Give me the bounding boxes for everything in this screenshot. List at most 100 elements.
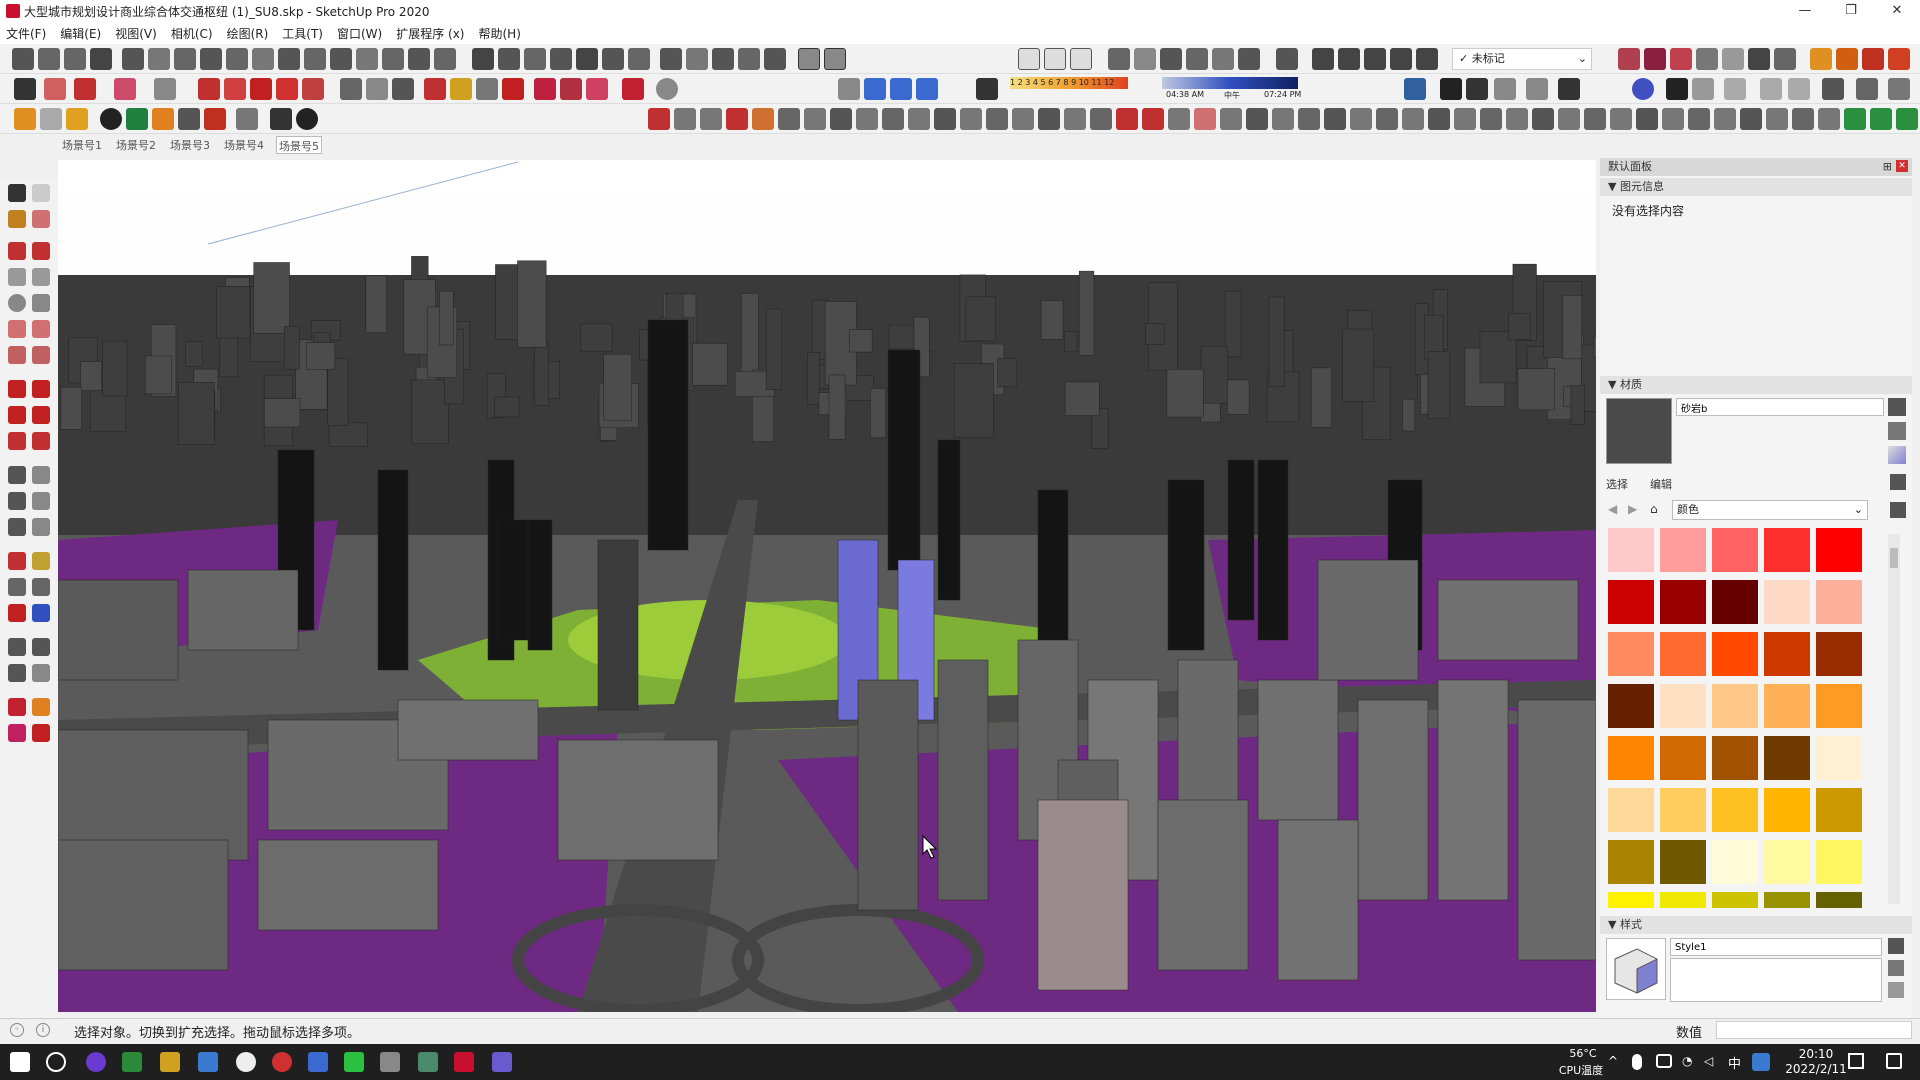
battery-icon[interactable] [1656, 1054, 1672, 1068]
tag-dropdown[interactable]: ✓ 未标记 ⌄ [1452, 48, 1592, 70]
app-purple-icon[interactable] [86, 1052, 106, 1072]
offset-tool-icon[interactable] [32, 432, 50, 450]
component-settings-icon[interactable] [824, 48, 846, 70]
scrollbar-thumb[interactable] [1890, 548, 1898, 568]
mirror-tool-icon[interactable] [660, 48, 682, 70]
app-share-icon[interactable] [308, 1052, 328, 1072]
rail-tool-icon[interactable] [648, 108, 670, 130]
home-view-icon[interactable] [1212, 48, 1234, 70]
polygon-icon[interactable] [32, 294, 50, 312]
wall-icon[interactable] [1038, 108, 1060, 130]
hat-icon[interactable] [204, 108, 226, 130]
solid-tool-icon[interactable] [1276, 48, 1298, 70]
line-tool-icon[interactable] [64, 48, 86, 70]
stop-icon[interactable] [1466, 78, 1488, 100]
green-import-icon[interactable] [1870, 108, 1892, 130]
ime-indicator[interactable]: 中 [1728, 1053, 1741, 1072]
material-swatch[interactable] [1712, 684, 1758, 728]
material-swatch[interactable] [1816, 528, 1862, 572]
orbit-tool-icon[interactable] [8, 552, 26, 570]
extension-left-icon[interactable] [32, 698, 50, 716]
skin-icon[interactable] [986, 108, 1008, 130]
pink-tool-icon[interactable] [1194, 108, 1216, 130]
paint-view-icon[interactable] [1108, 48, 1130, 70]
menu-icon[interactable] [1888, 78, 1910, 100]
rotate-tool-icon[interactable] [252, 48, 274, 70]
chamfer-icon[interactable] [830, 108, 852, 130]
scale-tool-icon[interactable] [278, 48, 300, 70]
push-pull-icon[interactable] [198, 78, 220, 100]
browser-icon[interactable] [236, 1052, 256, 1072]
zoom-extents-tool-icon[interactable] [8, 604, 26, 622]
paint-icon[interactable] [8, 210, 26, 228]
two-point-arc-icon[interactable] [32, 320, 50, 338]
material-swatch[interactable] [1712, 840, 1758, 884]
eraser-icon[interactable] [44, 78, 66, 100]
app-tray-icon[interactable] [1752, 1053, 1770, 1071]
library-select[interactable]: 颜色 ⌄ [1672, 500, 1868, 520]
light-icon[interactable] [1788, 78, 1810, 100]
dash-line-icon[interactable] [148, 48, 170, 70]
material-swatch[interactable] [1608, 892, 1654, 908]
refresh-model-icon[interactable] [40, 108, 62, 130]
freehand-draw-icon[interactable] [32, 242, 50, 260]
swatch-scrollbar[interactable] [1888, 534, 1900, 904]
house-view-icon[interactable] [1160, 48, 1182, 70]
scene-tab-2[interactable]: 场景号2 [114, 136, 158, 154]
paint-bucket-icon[interactable] [534, 78, 556, 100]
material-swatch[interactable] [1764, 528, 1810, 572]
eyedropper-icon[interactable] [1890, 474, 1906, 490]
stair-tool-icon[interactable] [304, 48, 326, 70]
protractor-tool-icon[interactable] [8, 492, 26, 510]
menu-camera[interactable]: 相机(C) [171, 25, 213, 42]
material-swatch[interactable] [1712, 788, 1758, 832]
sandbox-icon[interactable] [560, 78, 582, 100]
mail-icon[interactable] [270, 108, 292, 130]
red-curve-icon[interactable] [1116, 108, 1138, 130]
view-front-icon[interactable] [890, 78, 912, 100]
door-tool-icon[interactable] [408, 48, 430, 70]
sweep-icon[interactable] [960, 108, 982, 130]
shape-bender-icon[interactable] [752, 108, 774, 130]
purge-icon[interactable] [1532, 108, 1554, 130]
look-around-icon[interactable] [32, 638, 50, 656]
tray-close-icon[interactable]: ✕ [1896, 160, 1908, 172]
circle-icon[interactable] [8, 294, 26, 312]
bridge-tool-icon[interactable] [602, 48, 624, 70]
grid-tool-icon[interactable] [686, 48, 708, 70]
array-tool-icon[interactable] [330, 48, 352, 70]
material-name-field[interactable] [1676, 398, 1884, 416]
layout-icon[interactable] [8, 724, 26, 742]
view-iso-icon[interactable] [838, 78, 860, 100]
shadow-toggle-icon[interactable] [976, 78, 998, 100]
clock-time[interactable]: 20:10 [1786, 1047, 1846, 1061]
cleanup-icon[interactable] [1506, 108, 1528, 130]
three-point-arc-icon[interactable] [8, 346, 26, 364]
vray-icon[interactable] [1632, 78, 1654, 100]
material-swatch[interactable] [1764, 684, 1810, 728]
info-icon[interactable] [296, 108, 318, 130]
geolocation-icon[interactable]: ◦ [10, 1023, 24, 1037]
sync-icon[interactable] [14, 108, 36, 130]
grid-surface-icon[interactable] [1168, 108, 1190, 130]
table-tool-icon[interactable] [38, 48, 60, 70]
details-arrow-icon[interactable] [1890, 502, 1906, 518]
wireframe-icon[interactable] [1818, 108, 1840, 130]
asset-editor-icon[interactable] [1856, 78, 1878, 100]
3d-text-icon[interactable] [32, 518, 50, 536]
walk-icon[interactable] [8, 664, 26, 682]
clock-date[interactable]: 2022/2/11 [1780, 1062, 1852, 1076]
material-swatch[interactable] [1660, 892, 1706, 908]
forward-arrow-icon[interactable]: ▶ [1628, 502, 1642, 516]
split-tool-icon[interactable] [382, 48, 404, 70]
select-icon[interactable] [8, 184, 26, 202]
sine-tool-icon[interactable] [524, 48, 546, 70]
view-top-icon[interactable] [864, 78, 886, 100]
sketchup-taskbar-icon[interactable] [454, 1052, 474, 1072]
chart-tool-icon[interactable] [90, 48, 112, 70]
zoom-icon[interactable] [476, 78, 498, 100]
pencil-icon[interactable] [74, 78, 96, 100]
protractor-icon[interactable] [392, 78, 414, 100]
material-swatch[interactable] [1764, 632, 1810, 676]
material-swatch[interactable] [1816, 684, 1862, 728]
